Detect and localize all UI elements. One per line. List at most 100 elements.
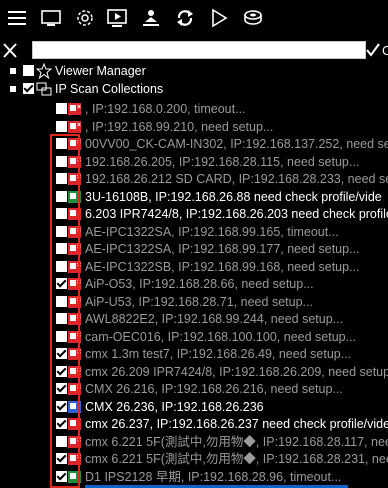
tree-item-camera[interactable]: 6.203 IPR7424/8, IP:192.168.26.203 need … [0, 205, 388, 223]
tree-item-camera[interactable]: × cam-OEC016, IP:192.168.100.100, need se… [0, 328, 388, 346]
red-camera-error-icon: × [68, 225, 81, 238]
tree-item-camera[interactable]: × AE-IPC1322SA, IP:192.168.99.165, timeou… [0, 223, 388, 241]
tree-item-label: CMX 26.236, IP:192.168.26.236 [85, 399, 264, 414]
tree-item-label: cmx 6.221 5F(測試中,勿用物◆, IP:192.168.28.231… [85, 452, 388, 466]
checkbox[interactable] [56, 260, 67, 272]
tree-item-camera[interactable]: × , IP:192.168.99.210, need setup... [0, 118, 388, 136]
apply-filter-check-icon[interactable] [366, 41, 380, 59]
clear-filter-icon[interactable] [2, 41, 18, 59]
red-camera-error-icon: × [68, 173, 81, 185]
tree-item-camera[interactable]: × cmx 26.209 IPR7424/8, IP:192.168.26.209… [0, 363, 388, 381]
tree-node-ip-scan-collections[interactable]: IP Scan Collections [0, 80, 388, 98]
menu-icon[interactable] [4, 5, 30, 31]
tree-item-camera[interactable]: × 192.168.26.205, IP:192.168.28.115, need… [0, 153, 388, 171]
tree-item-label: , IP:192.168.0.200, timeout... [85, 102, 246, 116]
checkbox[interactable] [56, 470, 67, 482]
network-scan-icon [36, 81, 52, 97]
playback-screen-icon[interactable] [104, 5, 130, 31]
filter-input[interactable] [32, 41, 366, 59]
tree-item-label: AiP-O53, IP:192.168.28.66, need setup... [85, 277, 314, 291]
checkbox[interactable] [56, 400, 67, 412]
tree-item-camera[interactable]: × AE-IPC1322SB, IP:192.168.99.168, need s… [0, 258, 388, 276]
checkbox[interactable] [56, 190, 67, 202]
checkbox[interactable] [56, 208, 67, 219]
checkbox[interactable] [56, 383, 67, 394]
database-icon[interactable] [240, 5, 266, 31]
filter-trailing-text: C [382, 43, 388, 58]
tree-item-label: cam-OEC016, IP:192.168.100.100, need set… [85, 329, 357, 344]
tree-item-camera[interactable]: × cmx 1.3m test7, IP:192.168.26.49, need … [0, 345, 388, 363]
checkbox[interactable] [56, 453, 67, 464]
tree-item-camera[interactable]: × cmx 6.221 5F(測試中,勿用物◆, IP:192.168.28.23… [0, 450, 388, 468]
tree-item-label: 192.168.26.205, IP:192.168.28.115, need … [85, 154, 360, 169]
tree-item-camera[interactable]: cmx 26.237, IP:192.168.26.237 need check… [0, 415, 388, 433]
tree-item-camera[interactable]: × 00VV00_CK-CAM-IN302, IP:192.168.137.252… [0, 135, 388, 153]
checkbox[interactable] [56, 418, 67, 429]
red-camera-error-icon: × [68, 383, 81, 395]
checkbox[interactable] [56, 120, 67, 132]
tree-item-camera[interactable]: × AE-IPC1322SA, IP:192.168.99.177, need s… [0, 240, 388, 258]
checkbox[interactable] [23, 83, 34, 94]
checkbox[interactable] [56, 103, 67, 114]
tree-item-camera[interactable]: × AiP-U53, IP:192.168.28.71, need setup..… [0, 293, 388, 311]
red-camera-icon [68, 418, 81, 430]
red-camera-error-icon: × [68, 155, 81, 168]
red-camera-error-icon: × [68, 365, 81, 378]
tree-item-camera[interactable]: × AiP-O53, IP:192.168.28.66, need setup..… [0, 275, 388, 293]
red-camera-error-icon: × [68, 138, 81, 150]
tree-item-label: AE-IPC1322SA, IP:192.168.99.165, timeout… [85, 224, 339, 239]
tree-node-viewer-manager[interactable]: Viewer Manager [0, 62, 388, 80]
red-camera-error-icon: × [68, 103, 81, 115]
red-camera-icon [68, 208, 81, 220]
tree-item-camera[interactable]: CMX 26.236, IP:192.168.26.236 [0, 398, 388, 416]
tree-item-label: AE-IPC1322SA, IP:192.168.99.177, need se… [85, 242, 360, 256]
red-camera-error-icon: × [68, 348, 81, 360]
checkbox[interactable] [56, 295, 67, 307]
refresh-icon[interactable] [172, 5, 198, 31]
checkbox[interactable] [56, 348, 67, 359]
blue-camera-icon [68, 400, 81, 413]
checkbox[interactable] [23, 65, 34, 76]
checkbox[interactable] [56, 225, 67, 237]
gear-icon[interactable] [72, 5, 98, 31]
green-camera-icon [68, 190, 81, 203]
tree-item-camera[interactable]: D1 IPS2128 早期, IP:192.168.28.96, timeout… [0, 468, 388, 486]
checkbox[interactable] [56, 155, 67, 167]
checkbox[interactable] [56, 278, 67, 289]
star-icon [35, 62, 53, 80]
red-camera-error-icon: × [68, 453, 81, 465]
tree-item-camera[interactable]: 3U-16108B, IP:192.168.26.88 need check p… [0, 188, 388, 206]
filter-bar: C [0, 40, 388, 60]
tree-item-label: 192.168.26.212 SD CARD, IP:192.168.28.23… [85, 172, 388, 186]
checkbox[interactable] [56, 313, 67, 324]
tree-item-label: cmx 1.3m test7, IP:192.168.26.49, need s… [85, 347, 352, 361]
tree-item-label: 00VV00_CK-CAM-IN302, IP:192.168.137.252,… [85, 137, 388, 151]
toolbar [0, 0, 388, 36]
tree-item-camera[interactable]: × cmx 6.221 5F(測試中,勿用物◆, IP:192.168.28.11… [0, 433, 388, 451]
red-camera-error-icon: × [68, 295, 81, 308]
checkbox[interactable] [56, 243, 67, 254]
checkbox[interactable] [56, 365, 67, 377]
checkbox[interactable] [56, 173, 67, 184]
tree-node-label: IP Scan Collections [55, 82, 164, 96]
tree-item-label: AiP-U53, IP:192.168.28.71, need setup... [85, 294, 313, 309]
tree-item-label: cmx 6.221 5F(測試中,勿用物◆, IP:192.168.28.117… [85, 434, 388, 449]
tree-item-label: cmx 26.237, IP:192.168.26.237 need check… [85, 417, 388, 431]
user-upload-icon[interactable] [138, 5, 164, 31]
red-camera-error-icon: × [68, 330, 81, 343]
monitor-icon[interactable] [38, 5, 64, 31]
tree-item-camera[interactable]: × CMX 26.216, IP:192.168.26.216, need set… [0, 380, 388, 398]
red-camera-error-icon: × [68, 435, 81, 448]
checkbox[interactable] [56, 138, 67, 149]
expand-icon[interactable] [10, 68, 16, 74]
checkbox[interactable] [56, 330, 67, 342]
tree-item-camera[interactable]: × , IP:192.168.0.200, timeout... [0, 100, 388, 118]
tree-item-label: AE-IPC1322SB, IP:192.168.99.168, need se… [85, 259, 360, 274]
tree-item-camera[interactable]: × AWL8822E2, IP:192.168.99.244, need setu… [0, 310, 388, 328]
tree-item-label: , IP:192.168.99.210, need setup... [85, 119, 274, 134]
checkbox[interactable] [56, 435, 67, 447]
tree-item-label: 3U-16108B, IP:192.168.26.88 need check p… [85, 189, 382, 204]
collapse-icon[interactable] [10, 86, 16, 92]
play-icon[interactable] [206, 5, 232, 31]
tree-item-camera[interactable]: × 192.168.26.212 SD CARD, IP:192.168.28.2… [0, 170, 388, 188]
